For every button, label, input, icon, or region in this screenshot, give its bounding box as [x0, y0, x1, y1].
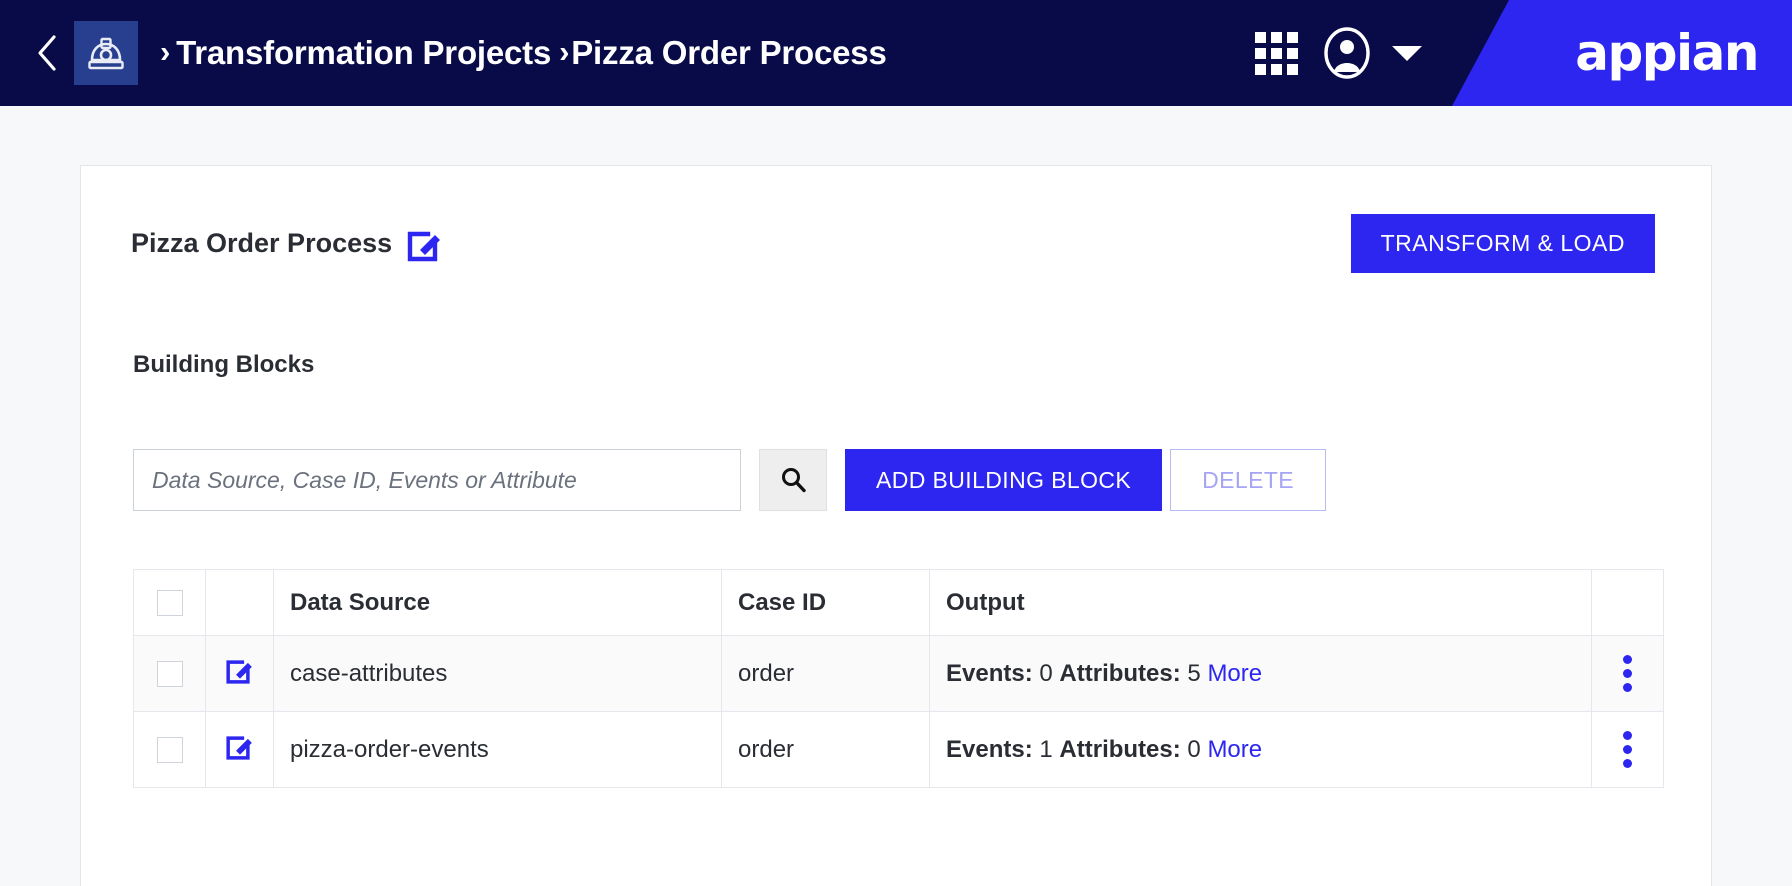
attributes-label: Attributes:: [1059, 735, 1181, 763]
cell-case-id: order: [721, 711, 930, 788]
back-chevron-icon[interactable]: [28, 31, 66, 75]
events-label: Events:: [946, 659, 1033, 687]
building-blocks-toolbar: ADD BUILDING BLOCK DELETE: [81, 379, 1711, 511]
events-value: 0: [1039, 659, 1053, 687]
breadcrumb: › Transformation Projects › Pizza Order …: [160, 34, 887, 72]
events-label: Events:: [946, 735, 1033, 763]
breadcrumb-separator-2: ›: [559, 34, 570, 69]
events-value: 1: [1039, 735, 1053, 763]
table-row[interactable]: case-attributes order Events: 0 Attribut…: [133, 635, 1664, 712]
breadcrumb-separator-1: ›: [160, 34, 171, 69]
cell-output: Events: 1 Attributes: 0 More: [929, 711, 1592, 788]
chevron-down-icon[interactable]: [1392, 45, 1422, 61]
select-all-checkbox[interactable]: [156, 590, 183, 617]
delete-button[interactable]: DELETE: [1170, 449, 1327, 511]
hard-hat-icon[interactable]: [74, 21, 138, 85]
breadcrumb-item-pizza-order-process[interactable]: Pizza Order Process: [571, 34, 887, 72]
search-icon: [782, 468, 806, 493]
kebab-menu-icon[interactable]: [1623, 731, 1632, 768]
building-blocks-table: Data Source Case ID Output case-attribut…: [133, 569, 1664, 788]
attributes-value: 5: [1187, 659, 1201, 687]
more-link[interactable]: More: [1207, 660, 1262, 687]
grid-apps-icon[interactable]: [1255, 31, 1298, 75]
attributes-label: Attributes:: [1059, 659, 1181, 687]
appian-logo[interactable]: appian: [1575, 0, 1759, 106]
row-select-cell: [133, 711, 206, 788]
user-avatar-icon[interactable]: [1320, 26, 1374, 80]
cell-data-source: case-attributes: [273, 635, 722, 712]
app-header: › Transformation Projects › Pizza Order …: [0, 0, 1792, 106]
table-header: Data Source Case ID Output: [133, 569, 1664, 636]
row-checkbox[interactable]: [156, 737, 183, 764]
cell-data-source: pizza-order-events: [273, 711, 722, 788]
search-button[interactable]: [759, 449, 827, 511]
table-row[interactable]: pizza-order-events order Events: 1 Attri…: [133, 711, 1664, 788]
table-header-row: Data Source Case ID Output: [133, 569, 1664, 636]
search-input[interactable]: [133, 449, 741, 511]
building-blocks-table-wrapper: Data Source Case ID Output case-attribut…: [81, 511, 1711, 788]
more-link[interactable]: More: [1207, 736, 1262, 763]
column-header-data-source: Data Source: [273, 569, 722, 636]
table-body: case-attributes order Events: 0 Attribut…: [133, 635, 1664, 788]
edit-pencil-icon[interactable]: [225, 731, 255, 761]
header-right-group: [1255, 0, 1422, 106]
section-title-building-blocks: Building Blocks: [133, 351, 315, 378]
attributes-value: 0: [1187, 735, 1201, 763]
row-checkbox[interactable]: [156, 661, 183, 688]
building-blocks-card: Pizza Order Process TRANSFORM & LOAD Bui…: [80, 165, 1712, 886]
row-edit-cell: [205, 711, 274, 788]
breadcrumb-item-transformation-projects[interactable]: Transformation Projects: [176, 34, 551, 72]
row-menu-cell: [1591, 635, 1664, 712]
add-building-block-button[interactable]: ADD BUILDING BLOCK: [845, 449, 1163, 511]
row-select-cell: [133, 635, 206, 712]
row-edit-cell: [205, 635, 274, 712]
page-title-text: Pizza Order Process: [131, 228, 393, 258]
edit-pencil-icon[interactable]: [225, 655, 255, 685]
select-all-header: [133, 569, 206, 636]
cell-output: Events: 0 Attributes: 5 More: [929, 635, 1592, 712]
menu-column-header: [1591, 569, 1664, 636]
cell-case-id: order: [721, 635, 930, 712]
card-title-row: Pizza Order Process TRANSFORM & LOAD: [81, 166, 1711, 273]
column-header-case-id: Case ID: [721, 569, 930, 636]
column-header-output: Output: [929, 569, 1592, 636]
edit-pencil-icon[interactable]: [406, 225, 444, 263]
row-menu-cell: [1591, 711, 1664, 788]
edit-column-header: [205, 569, 274, 636]
page-title: Pizza Order Process: [131, 225, 444, 263]
transform-and-load-button[interactable]: TRANSFORM & LOAD: [1350, 214, 1655, 273]
kebab-menu-icon[interactable]: [1623, 655, 1632, 692]
header-left-group: › Transformation Projects › Pizza Order …: [28, 0, 887, 106]
